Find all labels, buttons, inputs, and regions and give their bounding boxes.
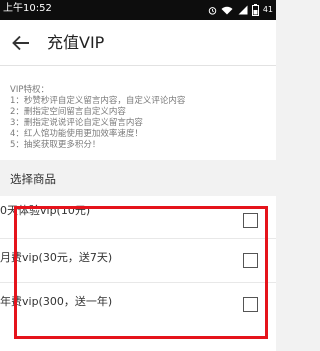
signal-icon (238, 5, 248, 15)
wifi-icon (221, 6, 233, 14)
back-button[interactable] (10, 32, 32, 54)
status-bar: 上午10:52 41 (0, 0, 276, 20)
product-checkbox[interactable] (243, 213, 258, 228)
status-icons: 41 (208, 2, 273, 18)
section-header: 选择商品 (0, 161, 276, 196)
section-title: 选择商品 (10, 172, 56, 186)
status-time: 上午10:52 (3, 3, 52, 14)
page-title: 充值VIP (47, 33, 105, 52)
product-item-monthly[interactable]: 月费vip(30元，送7天) (0, 239, 276, 283)
alarm-icon (208, 6, 217, 15)
app-bar: 充值VIP (0, 20, 276, 66)
vip-info-line: 5：抽奖获取更多积分！ (10, 140, 101, 150)
vip-info-line: 4：红人馆功能使用更加效率速度！ (10, 129, 143, 139)
product-checkbox[interactable] (243, 297, 258, 312)
product-label: 年费vip(300，送一年) (0, 295, 113, 308)
vip-info-line: 3：删指定说说评论自定义留言内容 (10, 118, 143, 128)
vip-info-line: 1：秒赞秒评自定义留言内容，自定义评论内容 (10, 96, 186, 106)
product-label: 月费vip(30元，送7天) (0, 251, 113, 264)
product-label: 0天体验vip(10元) (0, 204, 91, 217)
arrow-left-icon (12, 35, 29, 51)
vip-info-line: 2：删指定空间留言自定义内容 (10, 107, 126, 117)
battery-level: 41 (262, 5, 273, 14)
product-checkbox[interactable] (243, 253, 258, 268)
product-item-trial[interactable]: 0天体验vip(10元) (0, 196, 276, 240)
product-item-yearly[interactable]: 年费vip(300，送一年) (0, 283, 276, 327)
battery-icon (251, 4, 259, 16)
product-list: 0天体验vip(10元) 月费vip(30元，送7天) 年费vip(300，送一… (0, 196, 276, 351)
vip-privilege-info: VIP特权： 1：秒赞秒评自定义留言内容，自定义评论内容 2：删指定空间留言自定… (0, 66, 276, 160)
vip-info-line: VIP特权： (10, 85, 49, 95)
